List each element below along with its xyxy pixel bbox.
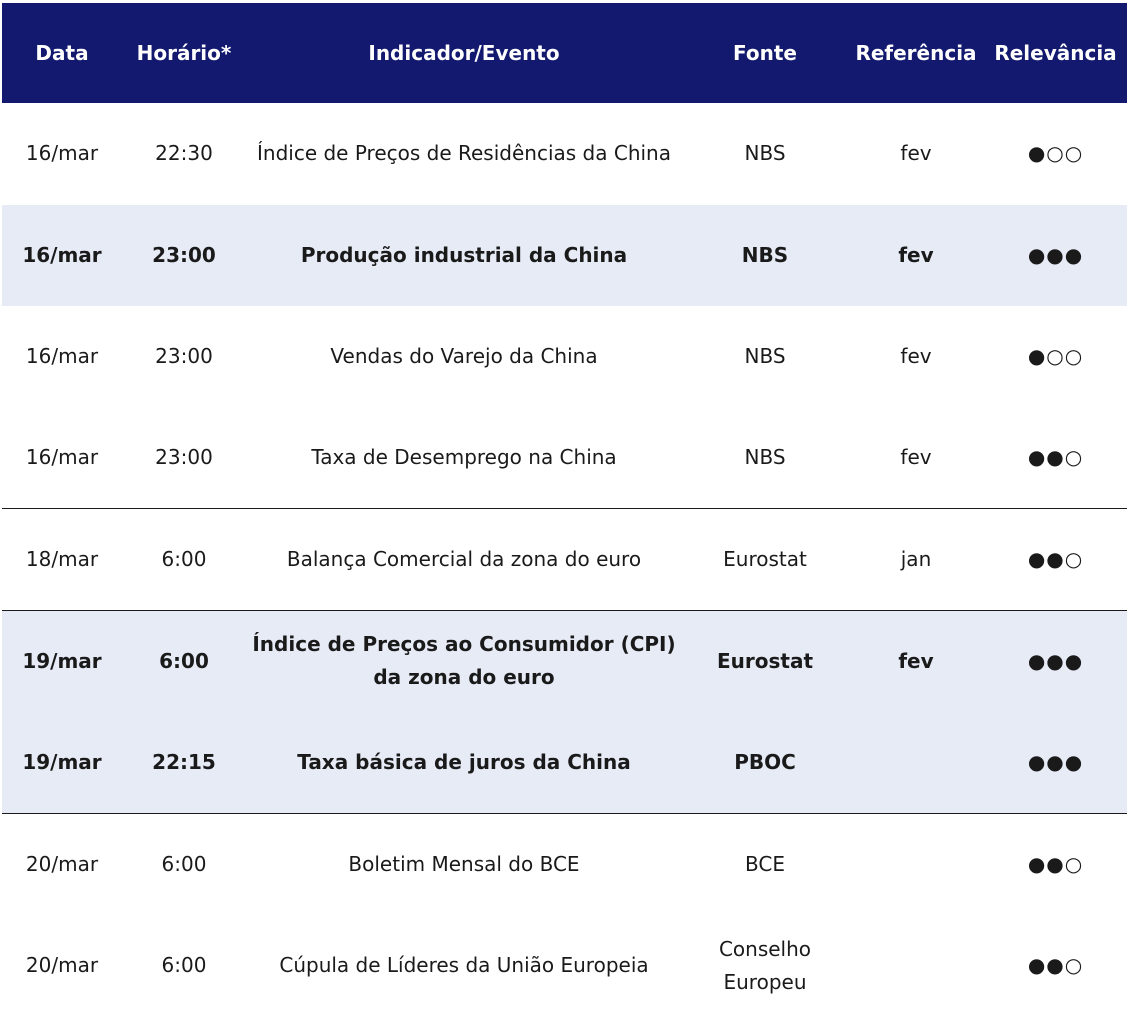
relevance-dots: ●●● <box>1027 648 1084 673</box>
relevance-dots: ●●○ <box>1027 445 1084 470</box>
cell-horario: 6:00 <box>161 851 207 876</box>
table-row: 16/mar 22:30 Índice de Preços de Residên… <box>2 103 1127 205</box>
cell-indicador: Taxa básica de juros da China <box>297 749 631 774</box>
table-row: 19/mar 22:15 Taxa básica de juros da Chi… <box>2 712 1127 814</box>
cell-data: 16/mar <box>25 141 99 166</box>
cell-indicador: Balança Comercial da zona do euro <box>286 546 642 571</box>
table-row: 16/mar 23:00 Taxa de Desemprego na China… <box>2 408 1127 509</box>
cell-fonte: NBS <box>744 445 786 470</box>
table-row: 18/mar 6:00 Balança Comercial da zona do… <box>2 509 1127 611</box>
table-row: 19/mar 6:00 Índice de Preços ao Consumid… <box>2 610 1127 712</box>
relevance-dots: ●○○ <box>1027 141 1084 166</box>
cell-fonte: PBOC <box>734 749 796 774</box>
header-fonte: Fonte <box>733 40 797 65</box>
cell-horario: 6:00 <box>159 648 209 673</box>
relevance-dots: ●●○ <box>1027 953 1084 978</box>
cell-fonte: NBS <box>741 242 789 267</box>
cell-fonte: Eurostat <box>723 546 807 571</box>
cell-horario: 23:00 <box>155 445 213 470</box>
header-data: Data <box>35 40 89 65</box>
relevance-dots: ●●○ <box>1027 851 1084 876</box>
cell-horario: 6:00 <box>161 953 207 978</box>
cell-indicador: Vendas do Varejo da China <box>330 344 598 369</box>
cell-indicador: Índice de Preços ao Consumidor (CPI) da … <box>252 632 676 690</box>
relevance-dots: ●●● <box>1027 749 1084 774</box>
cell-data: 16/mar <box>25 344 99 369</box>
cell-indicador: Índice de Preços de Residências da China <box>257 141 671 166</box>
cell-horario: 6:00 <box>161 546 207 571</box>
relevance-dots: ●○○ <box>1027 344 1084 369</box>
cell-referencia: jan <box>900 546 932 571</box>
cell-horario: 22:15 <box>152 749 216 774</box>
cell-fonte: Conselho Europeu <box>718 936 812 994</box>
cell-indicador: Boletim Mensal do BCE <box>348 851 580 876</box>
header-relevancia: Relevância <box>994 40 1117 65</box>
cell-horario: 23:00 <box>152 242 216 267</box>
cell-referencia: fev <box>900 445 932 470</box>
cell-data: 18/mar <box>25 546 99 571</box>
table-row: 16/mar 23:00 Produção industrial da Chin… <box>2 204 1127 306</box>
table-header: Data Horário* Indicador/Evento Fonte Ref… <box>2 3 1127 103</box>
cell-referencia: fev <box>898 648 934 673</box>
cell-referencia: fev <box>898 242 934 267</box>
cell-fonte: Eurostat <box>716 648 814 673</box>
cell-referencia: fev <box>900 141 932 166</box>
cell-fonte: BCE <box>745 851 785 876</box>
header-referencia: Referência <box>855 40 977 65</box>
table-row: 16/mar 23:00 Vendas do Varejo da China N… <box>2 306 1127 408</box>
cell-indicador: Cúpula de Líderes da União Europeia <box>279 953 649 978</box>
table-row: 20/mar 6:00 Boletim Mensal do BCE BCE ●●… <box>2 814 1127 916</box>
economic-calendar-table: Data Horário* Indicador/Evento Fonte Ref… <box>2 3 1127 1017</box>
cell-fonte: NBS <box>744 141 786 166</box>
cell-data: 20/mar <box>25 851 99 876</box>
cell-horario: 23:00 <box>155 344 213 369</box>
relevance-dots: ●●● <box>1027 242 1084 267</box>
cell-horario: 22:30 <box>155 141 213 166</box>
cell-data: 20/mar <box>25 953 99 978</box>
relevance-dots: ●●○ <box>1027 546 1084 571</box>
header-horario: Horário* <box>136 40 232 65</box>
cell-data: 16/mar <box>25 445 99 470</box>
cell-fonte: NBS <box>744 344 786 369</box>
cell-referencia: fev <box>900 344 932 369</box>
header-indicador: Indicador/Evento <box>368 40 560 65</box>
cell-indicador: Taxa de Desemprego na China <box>311 445 617 470</box>
cell-data: 19/mar <box>22 648 102 673</box>
cell-data: 19/mar <box>22 749 102 774</box>
cell-indicador: Produção industrial da China <box>300 242 628 267</box>
table-row: 20/mar 6:00 Cúpula de Líderes da União E… <box>2 915 1127 1017</box>
cell-data: 16/mar <box>22 242 102 267</box>
